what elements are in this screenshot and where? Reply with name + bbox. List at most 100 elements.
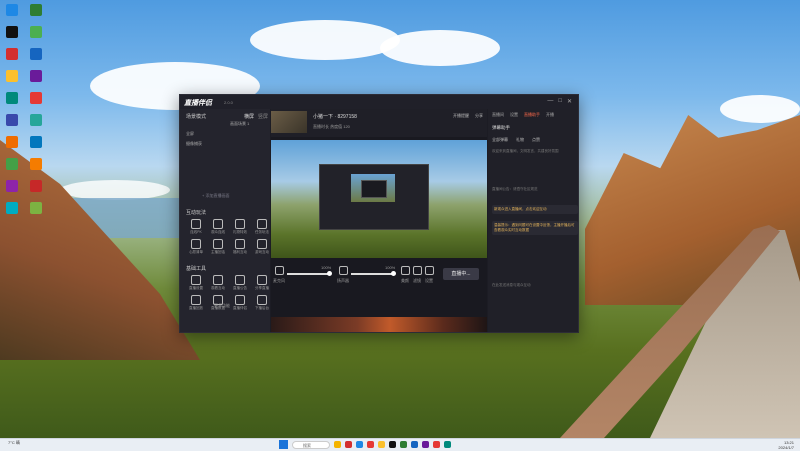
send-message-hint[interactable]: 在此发送消息与观众互动 <box>492 283 574 288</box>
tool-button[interactable]: 游戏互动 <box>252 239 272 255</box>
desktop-icon[interactable] <box>4 136 20 158</box>
mic-value: 100% <box>321 265 332 270</box>
tool-button[interactable]: 观众连线 <box>208 219 228 235</box>
tab-portrait[interactable]: 竖屏 <box>258 113 268 120</box>
app-icon <box>6 114 18 126</box>
desktop-icon[interactable] <box>4 92 20 114</box>
speaker-slider[interactable] <box>351 271 396 276</box>
stream-preview[interactable] <box>271 140 487 258</box>
taskbar-app-icon[interactable] <box>378 441 385 448</box>
desktop-icon[interactable] <box>28 158 44 180</box>
start-live-button[interactable]: 直播中... <box>443 268 479 280</box>
desktop-icon[interactable] <box>28 202 44 224</box>
app-icon <box>6 26 18 38</box>
app-icon <box>30 114 42 126</box>
weather-widget[interactable]: 7°C 晴 <box>8 440 20 446</box>
settings-icon[interactable] <box>425 266 434 275</box>
desktop-icon[interactable] <box>28 180 44 202</box>
tab-all-comments[interactable]: 全部弹幕 <box>492 137 508 143</box>
tool-button[interactable]: 观看互动 <box>208 275 228 291</box>
desktop-icon[interactable] <box>4 180 20 202</box>
tool-button[interactable]: 连线PK <box>186 219 206 235</box>
highlight-message: 温馨提示：遇到问题可在设置中反馈，主播开播后可查看观众实时互动数据 <box>492 221 578 235</box>
taskbar-app-icon[interactable] <box>444 441 451 448</box>
speaker-icon[interactable] <box>339 266 348 275</box>
desktop-icon[interactable] <box>4 4 20 26</box>
tool-button[interactable]: 下播后台 <box>252 295 272 311</box>
desktop-icon[interactable] <box>4 26 20 48</box>
tool-label: 直播回放 <box>189 306 203 310</box>
tool-label: 直播设置 <box>189 286 203 290</box>
desktop-icon[interactable] <box>28 48 44 70</box>
desktop-icon[interactable] <box>4 48 20 70</box>
tab-likes[interactable]: 点赞 <box>532 137 540 143</box>
desktop-icon[interactable] <box>28 26 44 48</box>
taskbar-app-icon[interactable] <box>422 441 429 448</box>
highlight-message: 新观众进入直播间，点击欢迎互动 <box>492 205 578 214</box>
desktop-icon[interactable] <box>4 114 20 136</box>
taskbar-app-icon[interactable] <box>400 441 407 448</box>
app-icon <box>30 180 42 192</box>
tool-button[interactable]: 心愿清单 <box>186 239 206 255</box>
share-button[interactable]: 分享 <box>475 113 483 119</box>
avatar[interactable] <box>271 111 307 133</box>
app-icon <box>6 202 18 214</box>
tool-icon <box>257 275 267 285</box>
taskbar-app-icon[interactable] <box>433 441 440 448</box>
desktop-icon[interactable] <box>28 92 44 114</box>
title-bar[interactable]: 直播伴侣 2.0.0 — □ ✕ <box>180 95 578 109</box>
app-icon <box>30 136 42 148</box>
profile-bar: 小猪一下 · 8297158 直播时长 热度值 120 开播提醒 分享 <box>271 109 487 137</box>
tool-button[interactable]: 直播回放 <box>186 295 206 311</box>
taskbar-app-icon[interactable] <box>411 441 418 448</box>
tool-button[interactable]: 任务玩法 <box>252 219 272 235</box>
tool-button[interactable]: 分享直播 <box>252 275 272 291</box>
tool-button[interactable]: 礼物特效 <box>230 219 250 235</box>
taskbar-app-icon[interactable] <box>334 441 341 448</box>
filter-icon[interactable] <box>413 266 422 275</box>
desktop-icon[interactable] <box>28 114 44 136</box>
desktop-icon[interactable] <box>28 4 44 26</box>
close-button[interactable]: ✕ <box>567 98 572 105</box>
live-stream-app-window: 直播伴侣 2.0.0 — □ ✕ 场景模式 横屏 竖屏 画面场景 1 全屏 摄像… <box>179 94 579 333</box>
bottom-banner[interactable] <box>271 317 487 332</box>
desktop-icon[interactable] <box>4 158 20 180</box>
mic-slider[interactable] <box>287 271 332 276</box>
desktop-icon[interactable] <box>4 70 20 92</box>
tool-icon <box>191 219 201 229</box>
taskbar-app-icon[interactable] <box>356 441 363 448</box>
reminder-button[interactable]: 开播提醒 <box>453 113 469 119</box>
taskbar-app-icon[interactable] <box>367 441 374 448</box>
start-button[interactable] <box>279 440 288 449</box>
minimize-button[interactable]: — <box>547 98 553 105</box>
scene-item[interactable]: 画面场景 1 <box>230 121 264 127</box>
maximize-button[interactable]: □ <box>558 98 562 105</box>
tab-gifts[interactable]: 礼物 <box>516 137 524 143</box>
tool-icon <box>235 275 245 285</box>
add-source-button[interactable]: + 添加直播画面 <box>202 193 229 199</box>
scene-item[interactable]: 摄像捕获 <box>186 141 264 147</box>
profile-name: 小猪一下 · 8297158 <box>313 114 357 120</box>
tool-button[interactable]: 福利互动 <box>230 239 250 255</box>
system-tray-clock[interactable]: 13:21 2024/1/7 <box>778 440 794 450</box>
tool-label: 下播后台 <box>255 306 269 310</box>
taskbar-app-icon[interactable] <box>389 441 396 448</box>
desktop-icon-area <box>0 0 70 430</box>
tool-icon <box>213 239 223 249</box>
scene-item[interactable]: 全屏 <box>186 131 264 137</box>
more-button[interactable]: 更多功能 <box>214 303 230 309</box>
desktop-icon[interactable] <box>28 70 44 92</box>
desktop-icon[interactable] <box>4 202 20 224</box>
desktop-icon[interactable] <box>28 136 44 158</box>
tool-button[interactable]: 直播伴侣 <box>230 295 250 311</box>
microphone-icon[interactable] <box>275 266 284 275</box>
tool-button[interactable]: 直播公告 <box>230 275 250 291</box>
tool-button[interactable]: 直播设置 <box>186 275 206 291</box>
tool-button[interactable]: 主播回话 <box>208 239 228 255</box>
taskbar-app-icon[interactable] <box>345 441 352 448</box>
search-box[interactable]: 搜索 <box>292 440 330 449</box>
danmaku-panel: 弹幕助手 全部弹幕 礼物 点赞 欢迎来到直播间，文明发言，共建良好氛围 直播间公… <box>488 117 578 317</box>
beauty-icon[interactable] <box>401 266 410 275</box>
tab-landscape[interactable]: 横屏 <box>244 113 254 120</box>
tool-icon <box>191 295 201 305</box>
